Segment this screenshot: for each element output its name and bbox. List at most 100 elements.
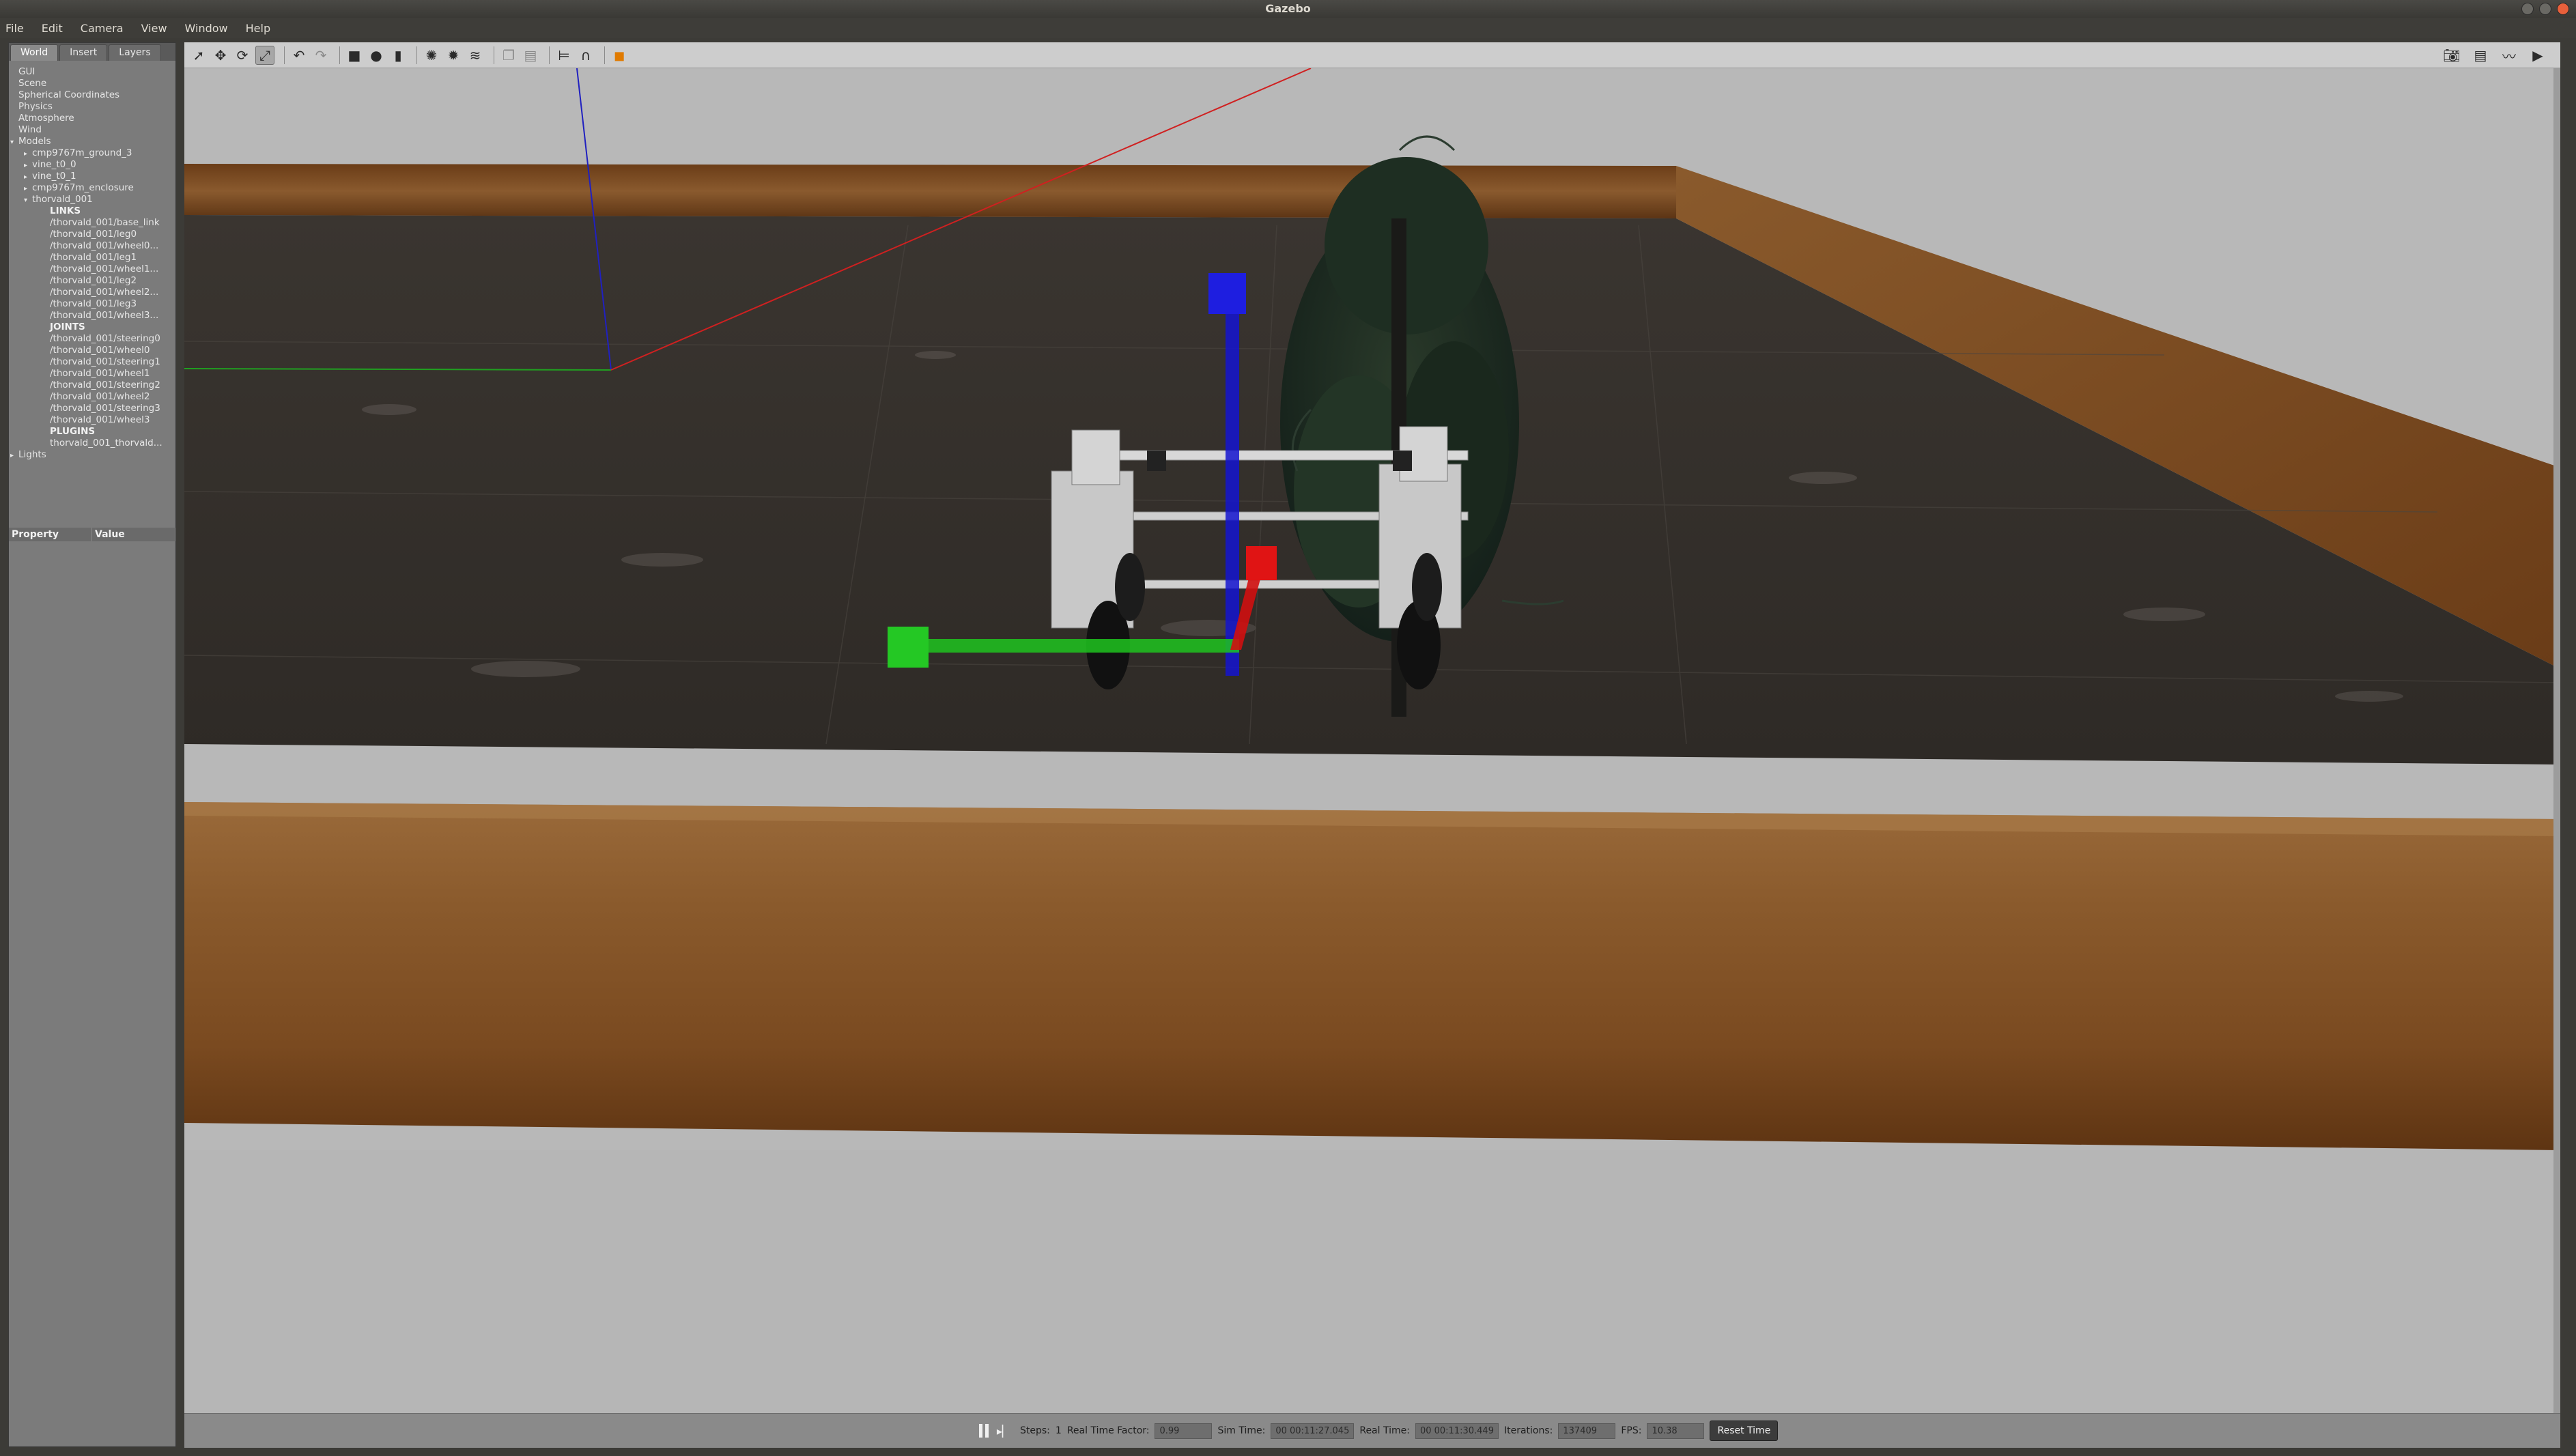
gizmo-y-handle[interactable] <box>888 627 929 668</box>
tree-item-label: /thorvald_001/leg2 <box>50 275 137 286</box>
gizmo-x-handle[interactable] <box>1246 546 1277 580</box>
3d-viewport[interactable] <box>184 68 2560 1413</box>
undo-icon[interactable]: ↶ <box>290 46 308 64</box>
snap-icon[interactable]: ∩ <box>577 46 595 64</box>
tree-item[interactable]: /thorvald_001/wheel0... <box>9 240 175 252</box>
tree-item[interactable]: /thorvald_001/wheel1... <box>9 263 175 275</box>
value-column-header[interactable]: Value <box>92 528 175 541</box>
spot-light-icon[interactable]: ✹ <box>444 46 462 64</box>
tree-item[interactable]: Physics <box>9 101 175 113</box>
screenshot-icon[interactable]: 📷︎ <box>2443 46 2461 64</box>
tree-item-label: Physics <box>18 101 53 112</box>
redo-icon[interactable]: ↷ <box>312 46 330 64</box>
tree-item[interactable]: /thorvald_001/base_link <box>9 217 175 229</box>
box-shape-icon[interactable]: ■ <box>345 46 363 64</box>
sphere-shape-icon[interactable]: ● <box>367 46 385 64</box>
menu-edit[interactable]: Edit <box>42 22 63 35</box>
maximize-button[interactable] <box>2539 3 2551 15</box>
tree-item[interactable]: /thorvald_001/wheel3 <box>9 414 175 426</box>
tree-item[interactable]: ▸ cmp9767m_enclosure <box>9 182 175 194</box>
copy-icon[interactable]: ❐ <box>500 46 518 64</box>
tree-item[interactable]: Scene <box>9 78 175 89</box>
step-icon[interactable]: ▸▏ <box>997 1424 1010 1438</box>
reset-time-button[interactable]: Reset Time <box>1710 1421 1779 1441</box>
tree-item[interactable]: /thorvald_001/wheel0 <box>9 345 175 356</box>
tree-item[interactable]: Spherical Coordinates <box>9 89 175 101</box>
tree-item[interactable]: /thorvald_001/leg2 <box>9 275 175 287</box>
gizmo-z-axis[interactable] <box>1226 287 1239 676</box>
tree-item[interactable]: thorvald_001_thorvald... <box>9 438 175 449</box>
collapsed-arrow-icon[interactable]: ▸ <box>24 183 32 194</box>
collapsed-arrow-icon[interactable]: ▸ <box>24 148 32 159</box>
tree-item[interactable]: /thorvald_001/wheel3... <box>9 310 175 322</box>
tree-item[interactable]: GUI <box>9 66 175 78</box>
tab-layers[interactable]: Layers <box>109 44 161 61</box>
tree-item-label: /thorvald_001/wheel1 <box>50 368 150 379</box>
scale-mode-icon[interactable]: ⤢ <box>255 45 274 65</box>
collapsed-arrow-icon[interactable]: ▸ <box>24 171 32 182</box>
tab-insert[interactable]: Insert <box>59 44 108 61</box>
collapsed-arrow-icon[interactable]: ▸ <box>24 160 32 171</box>
expanded-arrow-icon[interactable]: ▾ <box>24 195 32 205</box>
tree-item[interactable]: ▸ cmp9767m_ground_3 <box>9 147 175 159</box>
view-angle-icon[interactable]: ◼ <box>610 46 628 64</box>
minimize-button[interactable] <box>2521 3 2534 15</box>
menu-window[interactable]: Window <box>185 22 228 35</box>
tree-item-label: /thorvald_001/steering3 <box>50 403 160 414</box>
steps-value[interactable]: 1 <box>1056 1425 1062 1436</box>
simulation-controls: ▸▏ Steps: 1 Real Time Factor: 0.99 Sim T… <box>976 1421 1779 1441</box>
tree-item[interactable]: /thorvald_001/leg0 <box>9 229 175 240</box>
title-bar: Gazebo <box>0 0 2576 18</box>
menu-help[interactable]: Help <box>246 22 270 35</box>
tree-item[interactable]: /thorvald_001/wheel2... <box>9 287 175 298</box>
align-icon[interactable]: ⊨ <box>555 46 573 64</box>
tree-item[interactable]: ▾ Models <box>9 136 175 147</box>
tree-item[interactable]: Wind <box>9 124 175 136</box>
menu-file[interactable]: File <box>5 22 24 35</box>
tree-item[interactable]: ▸ Lights <box>9 449 175 461</box>
scene-render[interactable] <box>184 68 2560 1413</box>
paste-icon[interactable]: ▤ <box>522 46 539 64</box>
log-icon[interactable]: ▤ <box>2472 46 2489 64</box>
expanded-arrow-icon[interactable]: ▾ <box>10 137 18 147</box>
video-record-icon[interactable]: ▶ <box>2529 46 2547 64</box>
pause-icon[interactable] <box>976 1423 991 1439</box>
toolbar-separator <box>284 46 285 64</box>
panel-splitter[interactable] <box>179 42 183 1447</box>
tree-item[interactable]: /thorvald_001/wheel1 <box>9 368 175 380</box>
tree-item-label: /thorvald_001/leg1 <box>50 252 137 263</box>
tree-item-label: cmp9767m_enclosure <box>32 182 134 193</box>
world-tree: GUI Scene Spherical Coordinates Physics Atmo… <box>9 66 175 461</box>
tree-item-label: /thorvald_001/leg3 <box>50 298 137 309</box>
tree-item[interactable]: ▾ thorvald_001 <box>9 194 175 205</box>
directional-light-icon[interactable]: ≋ <box>466 46 484 64</box>
point-light-icon[interactable]: ✺ <box>423 46 440 64</box>
plot-icon[interactable]: 〰 <box>2500 46 2518 65</box>
rotate-mode-icon[interactable]: ⟳ <box>233 46 251 64</box>
tree-item-label: vine_t0_0 <box>32 159 76 170</box>
gizmo-z-handle[interactable] <box>1208 273 1246 314</box>
tree-item[interactable]: /thorvald_001/leg1 <box>9 252 175 263</box>
tree-item[interactable]: /thorvald_001/steering3 <box>9 403 175 414</box>
gizmo-y-axis[interactable] <box>905 639 1239 653</box>
tree-item[interactable]: /thorvald_001/wheel2 <box>9 391 175 403</box>
menu-view[interactable]: View <box>141 22 167 35</box>
tree-item[interactable]: /thorvald_001/leg3 <box>9 298 175 310</box>
tree-item[interactable]: ▸ vine_t0_1 <box>9 171 175 182</box>
select-mode-icon[interactable]: ➚ <box>190 46 208 64</box>
tree-item-label: Wind <box>18 124 42 135</box>
tree-item[interactable]: Atmosphere <box>9 113 175 124</box>
tree-item[interactable]: ▸ vine_t0_0 <box>9 159 175 171</box>
tree-item[interactable]: /thorvald_001/steering2 <box>9 380 175 391</box>
tree-item[interactable]: /thorvald_001/steering0 <box>9 333 175 345</box>
tab-world[interactable]: World <box>10 44 59 61</box>
tree-section-header: LINKS <box>9 205 175 217</box>
menu-camera[interactable]: Camera <box>81 22 124 35</box>
window-title: Gazebo <box>1265 2 1311 15</box>
collapsed-arrow-icon[interactable]: ▸ <box>10 450 18 461</box>
tree-item[interactable]: /thorvald_001/steering1 <box>9 356 175 368</box>
property-column-header[interactable]: Property <box>9 528 92 541</box>
cylinder-shape-icon[interactable]: ▮ <box>389 46 407 64</box>
close-button[interactable] <box>2557 3 2569 15</box>
translate-mode-icon[interactable]: ✥ <box>212 46 229 64</box>
